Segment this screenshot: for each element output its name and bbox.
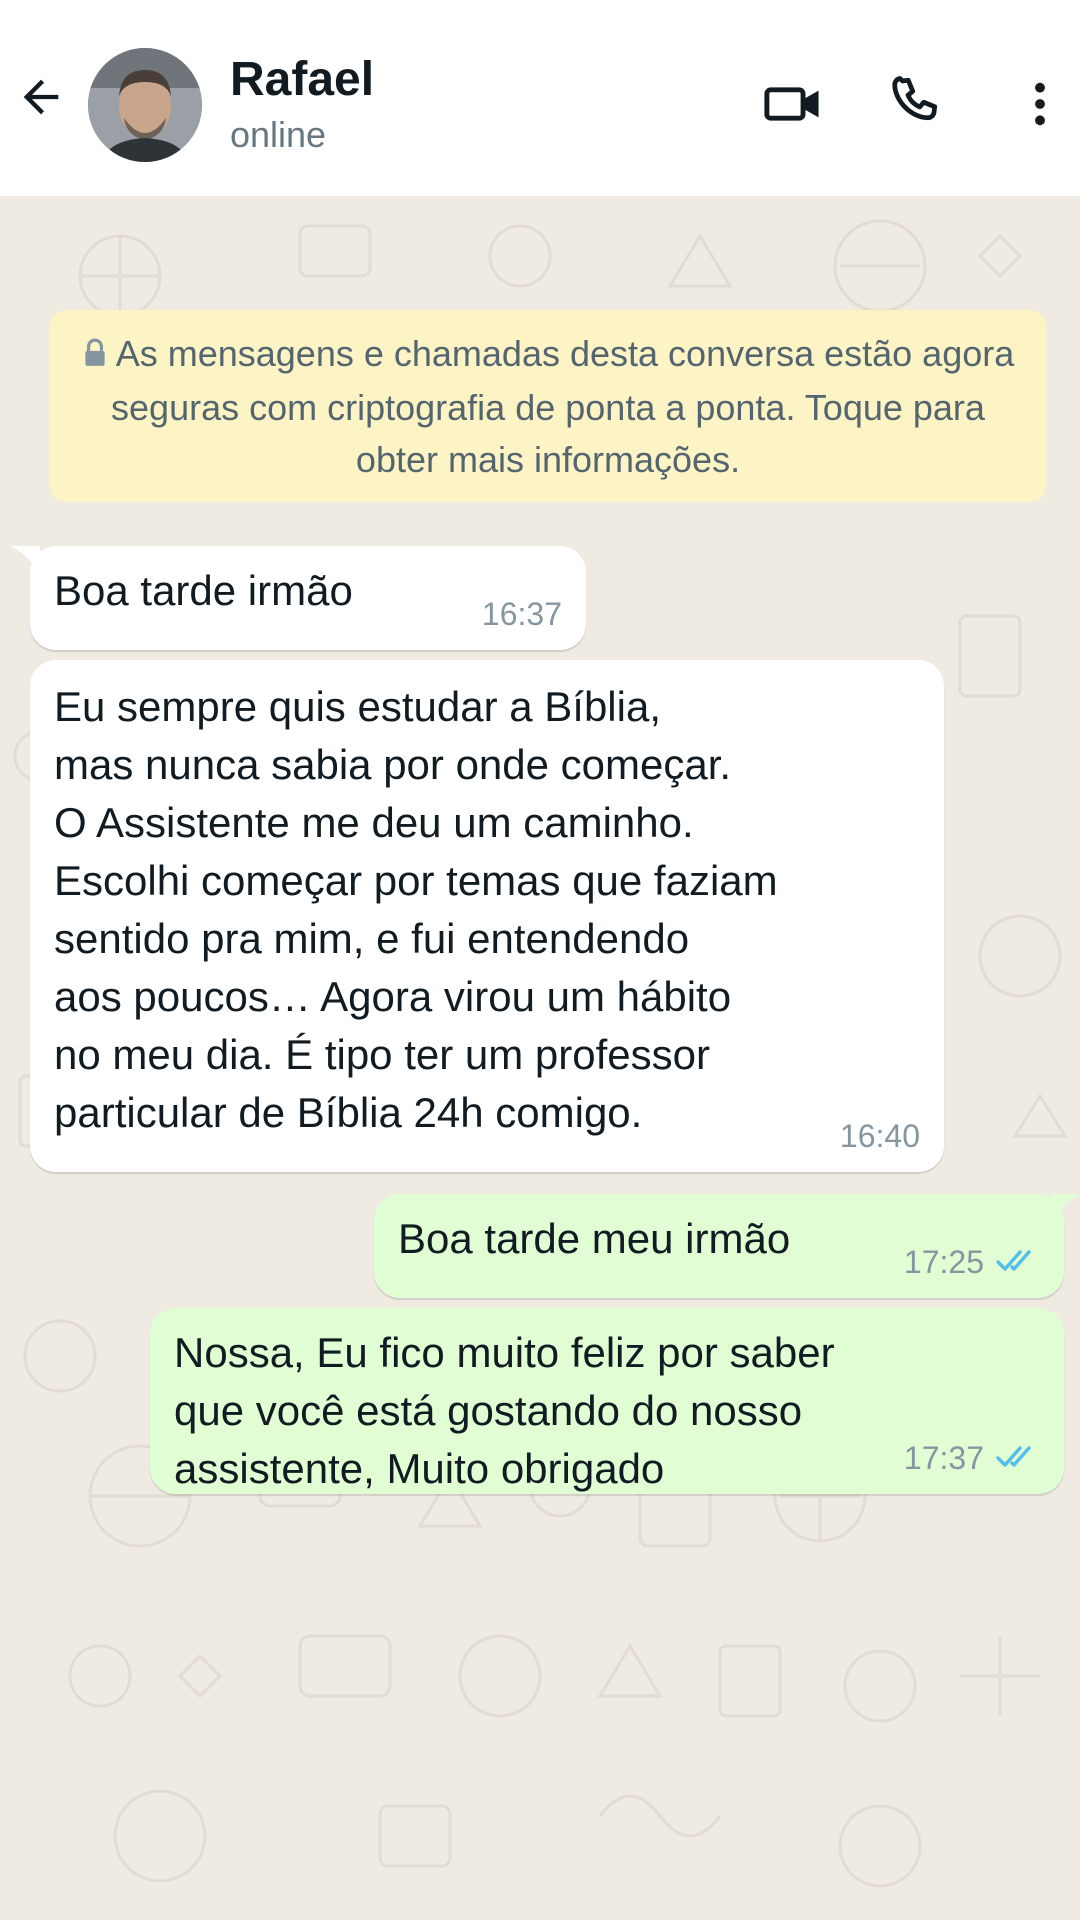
back-button[interactable] [8,66,74,132]
message-outgoing[interactable]: Boa tarde meu irmão 17:25 [374,1194,1064,1298]
message-text: Boa tarde meu irmão [398,1215,791,1262]
chat-area[interactable]: As mensagens e chamadas desta conversa e… [0,196,1080,1920]
menu-button[interactable] [1000,66,1080,146]
message-text: Boa tarde irmão [54,567,353,614]
contact-status: online [230,114,327,155]
voice-call-button[interactable] [876,66,956,146]
video-call-button[interactable] [754,66,834,146]
message-time: 17:25 [903,1244,984,1280]
read-receipt-icon [996,1446,1031,1467]
chat-header: Rafael online [0,0,1080,196]
message-incoming[interactable]: Eu sempre quis estudar a Bíblia, mas nun… [30,660,944,1172]
phone-icon [886,74,946,139]
contact-name[interactable]: Rafael [230,52,374,107]
lock-icon [82,330,108,382]
message-text: Eu sempre quis estudar a Bíblia, mas nun… [54,683,778,1136]
read-receipt-icon [996,1250,1031,1271]
encryption-notice[interactable]: As mensagens e chamadas desta conversa e… [50,310,1046,502]
arrow-left-icon [15,71,67,128]
message-time: 16:40 [839,1118,920,1154]
message-text: Nossa, Eu fico muito feliz por saber que… [174,1329,835,1492]
avatar[interactable] [88,48,202,162]
message-outgoing[interactable]: Nossa, Eu fico muito feliz por saber que… [150,1308,1064,1494]
video-camera-icon [763,73,825,140]
message-time: 16:37 [481,596,562,632]
message-time: 17:37 [903,1440,984,1476]
message-incoming[interactable]: Boa tarde irmão 16:37 [30,546,586,650]
more-vertical-icon [1012,76,1068,137]
encryption-notice-text: As mensagens e chamadas desta conversa e… [111,333,1015,480]
